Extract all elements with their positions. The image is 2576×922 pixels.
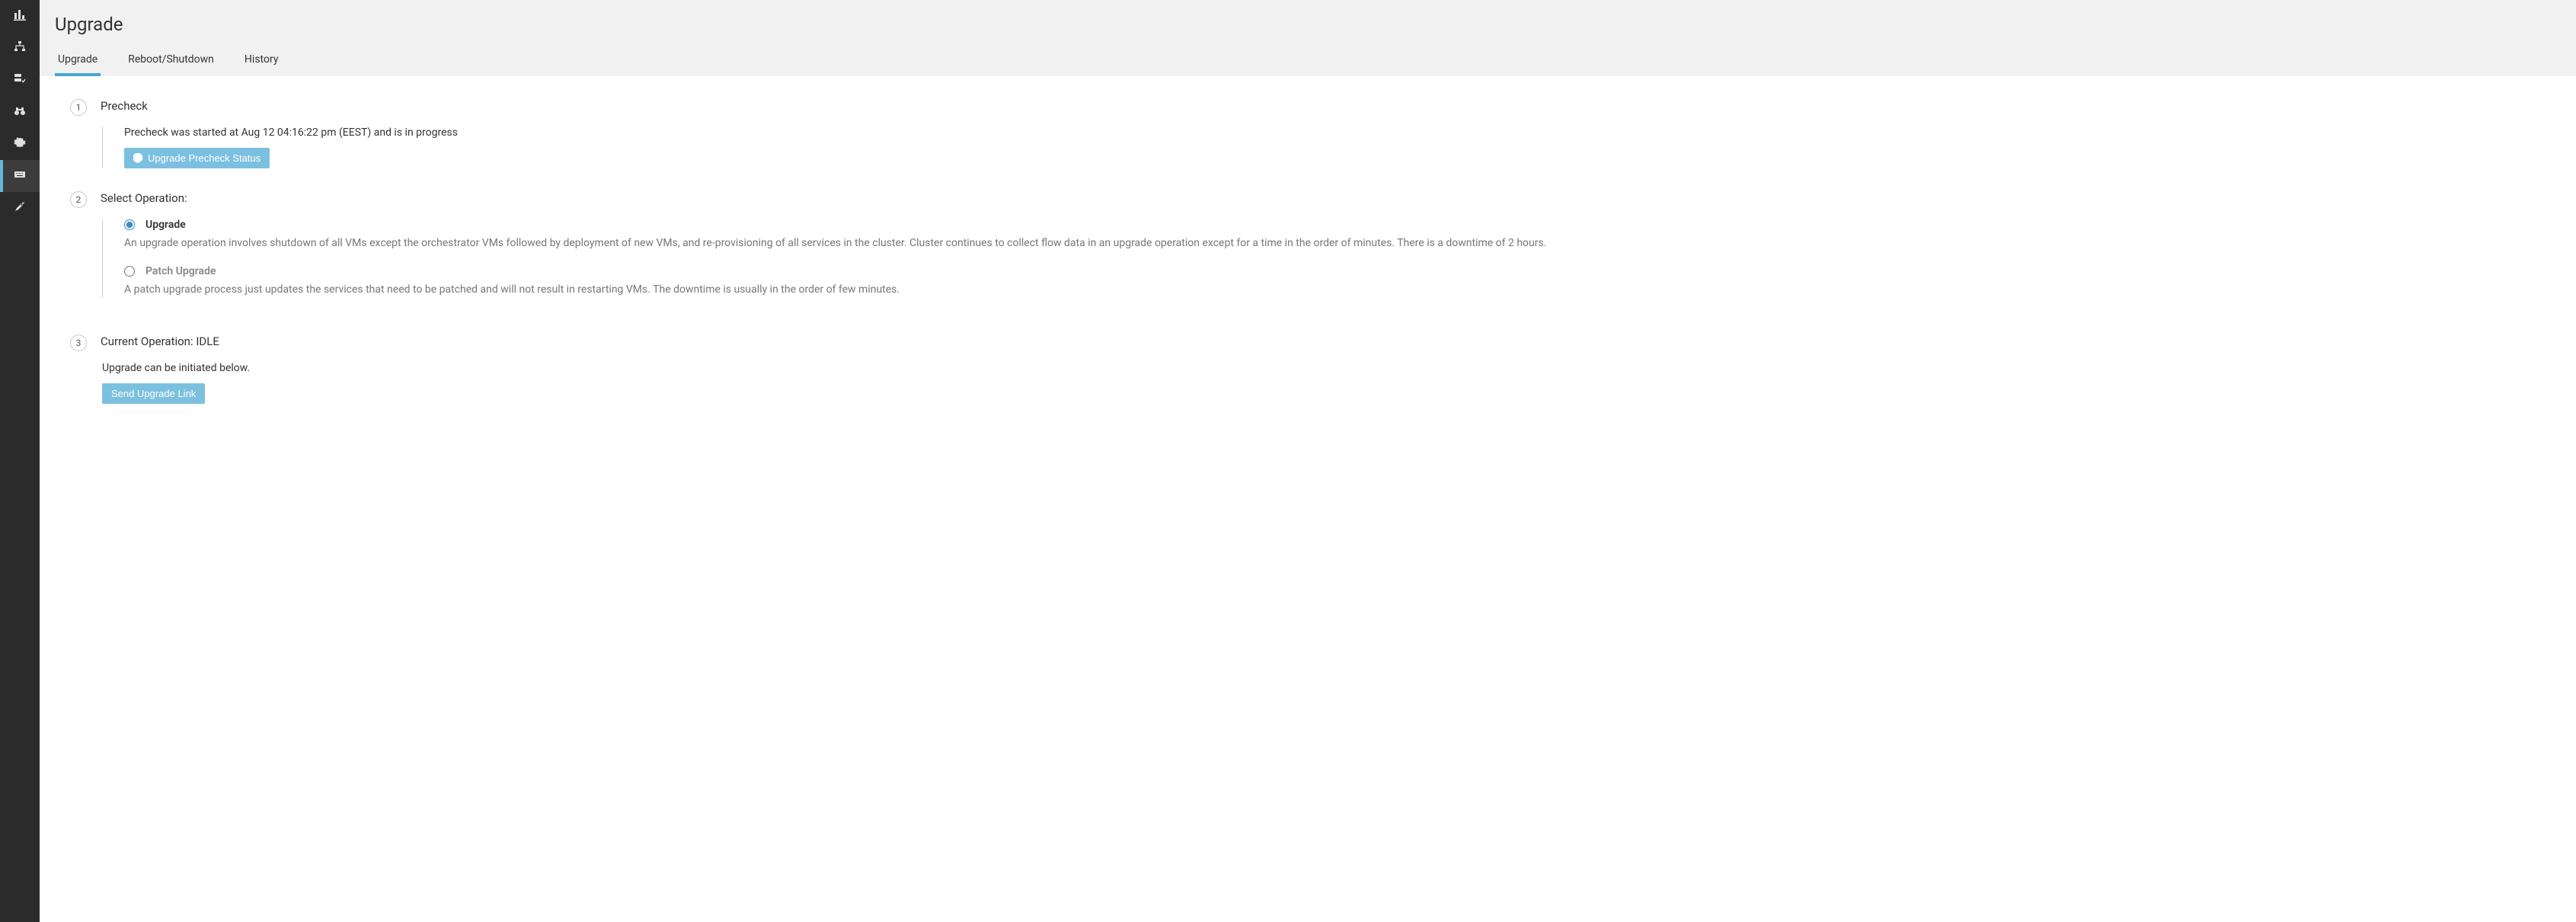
sidebar-item-settings[interactable] <box>0 128 40 160</box>
option-upgrade: Upgrade An upgrade operation involves sh… <box>124 219 2546 251</box>
page-title: Upgrade <box>55 14 2561 35</box>
upgrade-precheck-status-button[interactable]: Upgrade Precheck Status <box>124 148 270 168</box>
sidebar-item-upgrade[interactable] <box>0 160 40 192</box>
keyboard-icon <box>14 168 26 184</box>
step-select-operation: 2 Select Operation: Upgrade An upgrade o… <box>70 191 2546 312</box>
sitemap-icon <box>14 40 26 56</box>
option-patch-desc: A patch upgrade process just updates the… <box>124 282 2546 298</box>
step-number-2: 2 <box>70 191 87 208</box>
step-current-operation: 3 Current Operation: IDLE Upgrade can be… <box>70 335 2546 404</box>
precheck-status-text: Precheck was started at Aug 12 04:16:22 … <box>124 126 2546 139</box>
current-op-message: Upgrade can be initiated below. <box>102 362 2546 374</box>
sidebar-item-tools[interactable] <box>0 192 40 224</box>
tab-bar: Upgrade Reboot/Shutdown History <box>55 47 2561 76</box>
button-label: Upgrade Precheck Status <box>148 152 260 164</box>
radio-upgrade[interactable] <box>124 219 135 230</box>
tab-history[interactable]: History <box>241 47 282 76</box>
refresh-icon <box>133 153 143 163</box>
sidebar <box>0 0 40 922</box>
button-label: Send Upgrade Link <box>111 388 196 399</box>
sidebar-item-topology[interactable] <box>0 32 40 64</box>
page-header: Upgrade Upgrade Reboot/Shutdown History <box>40 0 2576 76</box>
tab-reboot-shutdown[interactable]: Reboot/Shutdown <box>125 47 217 76</box>
sidebar-item-observe[interactable] <box>0 96 40 128</box>
send-upgrade-link-button[interactable]: Send Upgrade Link <box>102 383 205 404</box>
server-check-icon <box>14 72 26 88</box>
step-title-select: Select Operation: <box>101 191 2546 205</box>
radio-patch-upgrade[interactable] <box>124 266 135 277</box>
step-precheck: 1 Precheck Precheck was started at Aug 1… <box>70 99 2546 168</box>
sidebar-item-dashboard[interactable] <box>0 0 40 32</box>
main-area: Upgrade Upgrade Reboot/Shutdown History … <box>40 0 2576 922</box>
option-upgrade-label: Upgrade <box>145 219 186 231</box>
step-number-1: 1 <box>70 99 87 116</box>
option-upgrade-desc: An upgrade operation involves shutdown o… <box>124 235 2546 251</box>
tools-icon <box>14 200 26 216</box>
tab-upgrade[interactable]: Upgrade <box>55 47 101 76</box>
content-area: 1 Precheck Precheck was started at Aug 1… <box>40 76 2576 922</box>
step-number-3: 3 <box>70 335 87 351</box>
bar-chart-icon <box>14 8 26 24</box>
sidebar-item-inventory[interactable] <box>0 64 40 96</box>
step-title-precheck: Precheck <box>101 99 2546 113</box>
option-patch-label: Patch Upgrade <box>145 265 216 277</box>
gear-icon <box>14 136 26 152</box>
step-title-current: Current Operation: IDLE <box>101 335 2546 348</box>
binoculars-icon <box>14 104 26 120</box>
option-patch-upgrade: Patch Upgrade A patch upgrade process ju… <box>124 265 2546 298</box>
